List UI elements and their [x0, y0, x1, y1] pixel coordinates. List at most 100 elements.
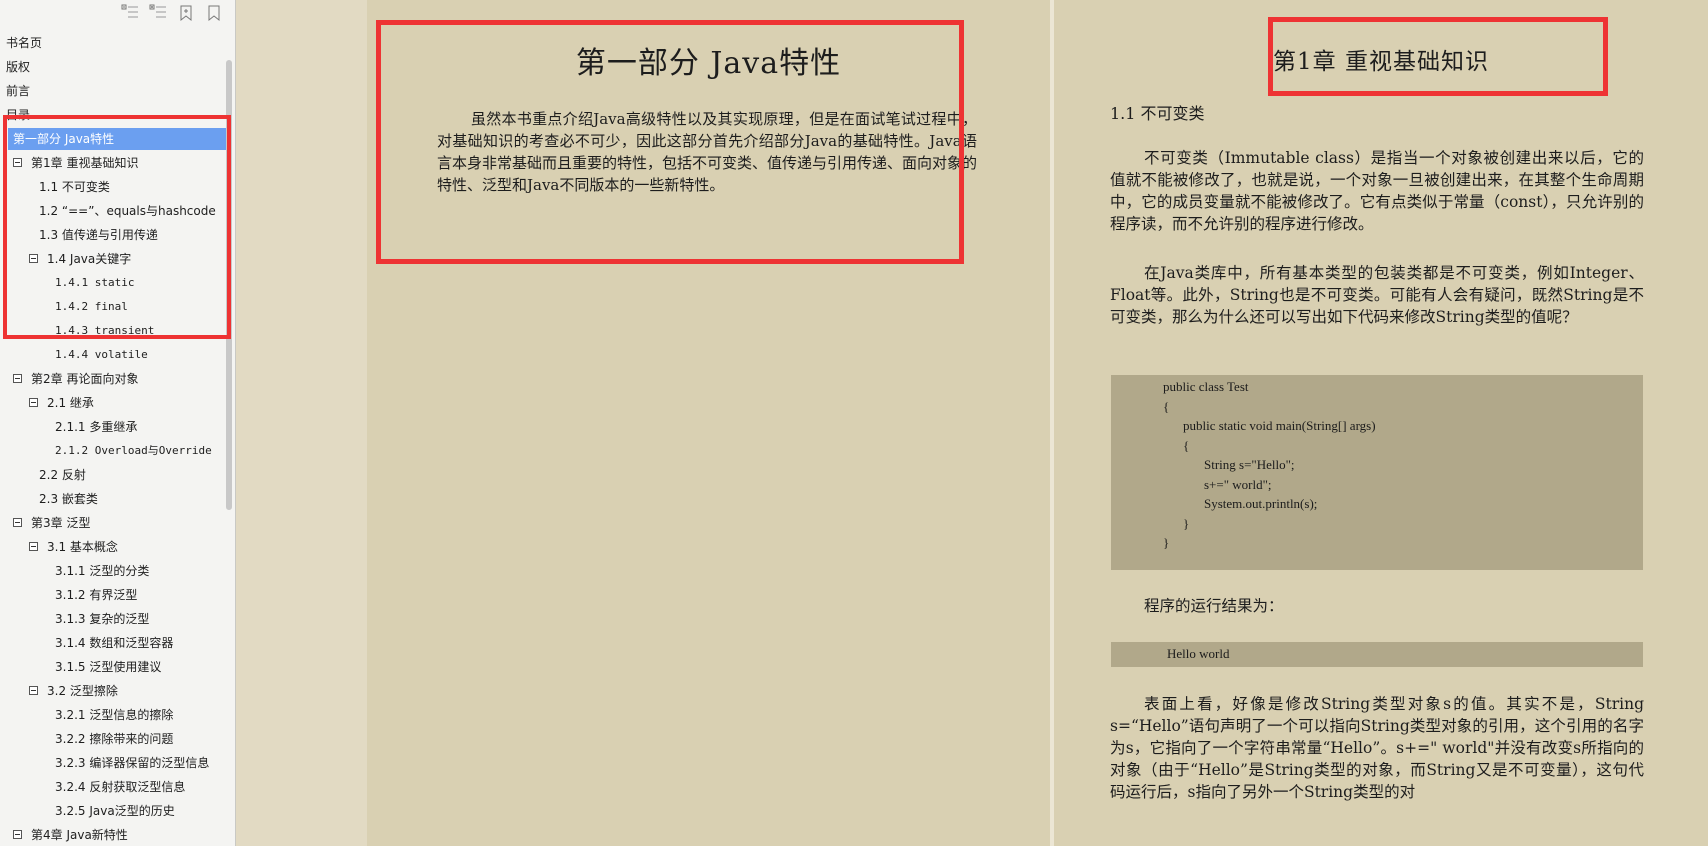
code-line: } — [1183, 516, 1190, 531]
outline-item-label: 3.1.1 泛型的分类 — [55, 564, 150, 578]
section-heading: 1.1 不可变类 — [1110, 104, 1205, 123]
outline-item[interactable]: 1.4.2 final — [0, 296, 228, 318]
outline-item[interactable]: 1.4.3 transient — [0, 320, 228, 342]
output-block: Hello world — [1111, 642, 1643, 667]
outline-item[interactable]: 1.2 “==”、equals与hashcode — [0, 200, 228, 222]
outline-item[interactable]: 2.1.1 多重继承 — [0, 416, 228, 438]
code-line: { — [1163, 399, 1170, 414]
outline-item-label: 3.1.2 有界泛型 — [55, 588, 138, 602]
outline-item[interactable]: 3.1.2 有界泛型 — [0, 584, 228, 606]
outline-item[interactable]: 第1章 重视基础知识 — [0, 152, 228, 174]
code-line: String s="Hello"; — [1204, 457, 1295, 472]
outline-item-label: 1.2 “==”、equals与hashcode — [39, 204, 216, 218]
collapse-toggle-icon[interactable] — [13, 374, 22, 383]
outline-item[interactable]: 3.1 基本概念 — [0, 536, 228, 558]
document-page-left: 第一部分 Java特性 虽然本书重点介绍Java高级特性以及其实现原理，但是在面… — [367, 0, 1050, 846]
outline-item-label: 第4章 Java新特性 — [31, 828, 128, 842]
outline-scrollbar[interactable] — [226, 60, 232, 510]
outline-item[interactable]: 第2章 再论面向对象 — [0, 368, 228, 390]
outline-item[interactable]: 3.1.1 泛型的分类 — [0, 560, 228, 582]
outline-item-label: 1.4.4 volatile — [55, 348, 148, 361]
outline-item-label: 3.2.3 编译器保留的泛型信息 — [55, 756, 210, 770]
outline-item-label: 3.1.4 数组和泛型容器 — [55, 636, 174, 650]
bookmark-toolbar — [0, 0, 235, 26]
code-line: { — [1183, 438, 1190, 453]
outline-item-label: 1.4 Java关键字 — [47, 252, 132, 266]
outline-item[interactable]: 2.3 嵌套类 — [0, 488, 228, 510]
collapse-toggle-icon[interactable] — [29, 254, 38, 263]
outline-item[interactable]: 版权 — [0, 56, 228, 78]
part-highlight-box — [376, 20, 964, 264]
outline-item-label: 1.1 不可变类 — [39, 180, 110, 194]
outline-item-label: 第2章 再论面向对象 — [31, 372, 139, 386]
expand-all-icon[interactable] — [149, 4, 167, 22]
outline-item-label: 3.1 基本概念 — [47, 540, 118, 554]
code-line: s+=" world"; — [1204, 477, 1272, 492]
run-result-label: 程序的运行结果为： — [1144, 597, 1284, 615]
outline-item[interactable]: 1.4.4 volatile — [0, 344, 228, 366]
outline-item[interactable]: 2.1 继承 — [0, 392, 228, 414]
outline-item[interactable]: 3.1.5 泛型使用建议 — [0, 656, 228, 678]
code-line: public class Test — [1163, 379, 1249, 394]
bookmark-panel: 书名页版权前言目录第一部分 Java特性第1章 重视基础知识 1.1 不可变类 1.… — [0, 0, 236, 846]
outline-item[interactable]: 3.2.3 编译器保留的泛型信息 — [0, 752, 228, 774]
outline-item[interactable]: 1.3 值传递与引用传递 — [0, 224, 228, 246]
collapse-toggle-icon[interactable] — [13, 518, 22, 527]
outline-item[interactable]: 3.2.5 Java泛型的历史 — [0, 800, 228, 822]
outline-item[interactable]: 前言 — [0, 80, 228, 102]
outline-item[interactable]: 第一部分 Java特性 — [0, 128, 228, 150]
outline-item[interactable]: 3.2.1 泛型信息的擦除 — [0, 704, 228, 726]
collapse-toggle-icon[interactable] — [13, 158, 22, 167]
outline-item-label: 第3章 泛型 — [31, 516, 91, 530]
outline-item-label: 1.4.3 transient — [55, 324, 155, 337]
outline-item-label: 3.2 泛型擦除 — [47, 684, 118, 698]
outline-item[interactable]: 1.4.1 static — [0, 272, 228, 294]
code-block: public class Test { public static void m… — [1111, 375, 1643, 570]
outline-item-label: 书名页 — [6, 36, 43, 50]
outline-item-label: 3.2.1 泛型信息的擦除 — [55, 708, 174, 722]
outline-item-label: 2.1.2 Overload与Override — [55, 444, 212, 457]
paragraph: 表面上看，好像是修改String类型对象s的值。其实不是，String s=“H… — [1110, 695, 1644, 801]
outline-item-label: 2.2 反射 — [39, 468, 86, 482]
add-bookmark-icon[interactable] — [177, 4, 195, 22]
output-text: Hello world — [1167, 646, 1230, 661]
document-page-right: 第1章 重视基础知识 1.1 不可变类 不可变类（Immutable class… — [1054, 0, 1708, 846]
chapter-highlight-box — [1268, 17, 1608, 96]
outline-item[interactable]: 3.2.4 反射获取泛型信息 — [0, 776, 228, 798]
outline-item-label: 目录 — [6, 108, 31, 122]
collapse-toggle-icon[interactable] — [29, 542, 38, 551]
bookmark-icon[interactable] — [205, 4, 223, 22]
outline-item[interactable]: 3.2 泛型擦除 — [0, 680, 228, 702]
outline-item[interactable]: 3.2.2 擦除带来的问题 — [0, 728, 228, 750]
code-line: public static void main(String[] args) — [1183, 418, 1376, 433]
outline-item-label: 3.2.2 擦除带来的问题 — [55, 732, 174, 746]
outline-item-label: 第一部分 Java特性 — [13, 128, 121, 150]
outline-item[interactable]: 第3章 泛型 — [0, 512, 228, 534]
outline-item-label: 3.1.5 泛型使用建议 — [55, 660, 162, 674]
outline-item-label: 2.3 嵌套类 — [39, 492, 98, 506]
outline-item-label: 前言 — [6, 84, 31, 98]
outline-item[interactable]: 1.4 Java关键字 — [0, 248, 228, 270]
outline-item-label: 第1章 重视基础知识 — [31, 156, 139, 170]
outline-item[interactable]: 2.2 反射 — [0, 464, 228, 486]
outline-item-label: 1.4.2 final — [55, 300, 128, 313]
outline-item-label: 2.1.1 多重继承 — [55, 420, 138, 434]
paragraph: 不可变类（Immutable class）是指当一个对象被创建出来以后，它的值就… — [1110, 149, 1644, 233]
outline-item[interactable]: 目录 — [0, 104, 228, 126]
outline-item-label: 1.4.1 static — [55, 276, 135, 289]
collapse-toggle-icon[interactable] — [13, 830, 22, 839]
collapse-toggle-icon[interactable] — [29, 686, 38, 695]
collapse-toggle-icon[interactable] — [29, 398, 38, 407]
code-line: System.out.println(s); — [1204, 496, 1318, 511]
outline-item-label: 2.1 继承 — [47, 396, 94, 410]
outline-item[interactable]: 书名页 — [0, 32, 228, 54]
outline-item[interactable]: 3.1.3 复杂的泛型 — [0, 608, 228, 630]
collapse-all-icon[interactable] — [121, 4, 139, 22]
outline-item-label: 版权 — [6, 60, 31, 74]
outline-item-label: 1.3 值传递与引用传递 — [39, 228, 158, 242]
outline-item[interactable]: 1.1 不可变类 — [0, 176, 228, 198]
outline-item[interactable]: 第4章 Java新特性 — [0, 824, 228, 846]
document-viewer: 第一部分 Java特性 虽然本书重点介绍Java高级特性以及其实现原理，但是在面… — [236, 0, 1708, 846]
outline-item[interactable]: 2.1.2 Overload与Override — [0, 440, 228, 462]
outline-item[interactable]: 3.1.4 数组和泛型容器 — [0, 632, 228, 654]
